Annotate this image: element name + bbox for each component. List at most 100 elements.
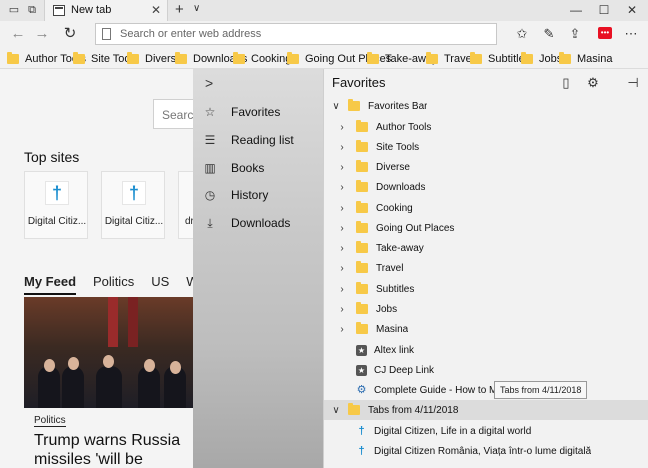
chevron-right-icon[interactable]: › (336, 162, 348, 173)
favorites-folder-row[interactable]: › Subtitles (324, 279, 648, 299)
folder-icon (356, 140, 368, 152)
favorites-folder-row[interactable]: › Author Tools (324, 117, 648, 137)
folder-icon (356, 180, 368, 192)
top-site-label: Digital Citiz... (104, 216, 164, 227)
folder-icon (127, 51, 139, 64)
hub-nav-history[interactable]: ◷ History (203, 183, 318, 207)
favorite-link-row[interactable]: ⚙ Complete Guide - How to Migrate (324, 380, 648, 400)
document-icon (102, 28, 111, 40)
chevron-right-icon[interactable]: › (336, 203, 348, 214)
more-icon[interactable]: ⋯ (622, 25, 640, 43)
feed-tab-politics[interactable]: Politics (93, 274, 134, 295)
favbar-folder[interactable]: Masina (559, 51, 612, 66)
folder-label: Site Tools (376, 141, 420, 153)
favorite-link-row[interactable]: † Digital Citizen România, Viața într-o l… (324, 441, 648, 461)
chevron-down-icon[interactable]: ∨ (330, 101, 342, 112)
tab-preview-icon[interactable]: ⧉ (24, 2, 40, 18)
favbar-label: Masina (577, 52, 613, 65)
folder-label: Diverse (376, 161, 410, 173)
folder-icon (521, 51, 533, 64)
maximize-button[interactable]: ☐ (594, 2, 614, 18)
import-favorites-icon[interactable]: ▯ (556, 73, 576, 93)
reading-list-icon: ☰ (204, 133, 216, 147)
chevron-right-icon[interactable]: › (336, 122, 348, 133)
favorite-link-row[interactable]: † Digital Citizen, Life in a digital worl… (324, 421, 648, 441)
tab-close-icon[interactable]: ✕ (151, 3, 161, 17)
gear-icon[interactable]: ⚙ (583, 73, 603, 93)
chevron-right-icon[interactable]: › (336, 182, 348, 193)
feed-tab-us[interactable]: US (151, 274, 169, 295)
folder-icon (348, 403, 360, 415)
folder-icon (356, 241, 368, 253)
pin-icon[interactable]: ⊣ (623, 73, 643, 93)
folder-icon (7, 51, 19, 64)
folder-label: Cooking (376, 202, 413, 214)
person-shape (138, 366, 160, 408)
face-shape (170, 361, 181, 374)
tabs-folder-row[interactable]: ∨ Tabs from 4/11/2018 (324, 400, 648, 420)
address-input[interactable]: Search or enter web address (95, 23, 497, 45)
favbar-folder[interactable]: Travel (426, 51, 474, 66)
favorites-bar-folder[interactable]: ∨ Favorites Bar (324, 96, 648, 116)
share-icon[interactable]: ⇪ (566, 25, 584, 43)
tooltip: Tabs from 4/11/2018 (494, 381, 588, 399)
folder-icon (356, 201, 368, 213)
favorites-folder-row[interactable]: › Downloads (324, 177, 648, 197)
pane-title: Favorites (332, 75, 386, 90)
hub-nav-favorites[interactable]: ☆ Favorites (203, 100, 318, 124)
folder-icon (356, 221, 368, 233)
hub-nav-reading-list[interactable]: ☰ Reading list (203, 128, 318, 152)
chevron-right-icon[interactable]: › (336, 263, 348, 274)
folder-label: Jobs (376, 303, 398, 315)
favorites-folder-row[interactable]: › Going Out Places (324, 218, 648, 238)
favorites-folder-row[interactable]: › Cooking (324, 198, 648, 218)
chevron-right-icon[interactable]: › (336, 304, 348, 315)
favorites-folder-row[interactable]: › Jobs (324, 299, 648, 319)
chevron-down-icon[interactable]: ∨ (193, 3, 200, 14)
news-category-link[interactable]: Politics (34, 415, 66, 427)
chevron-right-icon[interactable]: › (336, 243, 348, 254)
folder-label: Author Tools (376, 121, 432, 133)
hub-nav-downloads[interactable]: ⤓ Downloads (203, 211, 318, 235)
pen-icon[interactable]: ✎ (540, 25, 558, 43)
new-tab-button[interactable]: + (175, 1, 184, 18)
forward-button[interactable]: → (32, 25, 52, 43)
favorites-folder-row[interactable]: › Travel (324, 258, 648, 278)
tab-new-tab[interactable]: New tab ✕ (44, 0, 168, 21)
chevron-right-icon[interactable]: › (336, 324, 348, 335)
close-window-button[interactable]: ✕ (622, 2, 642, 18)
favorites-folder-row[interactable]: › Take-away (324, 238, 648, 258)
chevron-down-icon[interactable]: ∨ (330, 405, 342, 416)
chevron-right-icon[interactable]: › (336, 223, 348, 234)
top-site-tile[interactable]: † Digital Citiz... (101, 171, 165, 239)
favorites-folder-row[interactable]: › Site Tools (324, 137, 648, 157)
link-label: Altex link (374, 344, 415, 356)
favorite-link-row[interactable]: ★ CJ Deep Link (324, 360, 648, 380)
cross-icon: † (358, 424, 365, 437)
tab-actions-icon[interactable]: ▭ (6, 2, 22, 18)
favbar-folder[interactable]: Jobs (521, 51, 562, 66)
favorites-folder-row[interactable]: › Diverse (324, 157, 648, 177)
back-button[interactable]: ← (8, 25, 28, 43)
folder-icon (175, 51, 187, 64)
favorite-link-row[interactable]: ★ Altex link (324, 340, 648, 360)
folder-icon (367, 51, 379, 64)
top-site-tile[interactable]: † Digital Citiz... (24, 171, 88, 239)
refresh-button[interactable]: ↻ (60, 25, 80, 43)
favorites-folder-row[interactable]: › Masina (324, 319, 648, 339)
favorites-star-icon[interactable]: ✩ (513, 25, 531, 43)
minimize-button[interactable]: — (566, 2, 586, 18)
folder-label: Favorites Bar (368, 100, 428, 112)
chevron-right-icon[interactable]: > (205, 75, 213, 91)
favbar-folder[interactable]: Diverse (127, 51, 182, 66)
feed-tab-my-feed[interactable]: My Feed (24, 274, 77, 295)
person-shape (38, 366, 60, 408)
hub-nav-books[interactable]: ▥ Books (203, 156, 318, 180)
chevron-right-icon[interactable]: › (336, 142, 348, 153)
favbar-folder[interactable]: Cooking (233, 51, 291, 66)
news-headline[interactable]: Trump warns Russia missiles 'will be com… (34, 431, 194, 468)
folder-icon (356, 322, 368, 334)
extension-icon[interactable]: ••• (598, 27, 612, 39)
news-image[interactable] (24, 297, 194, 408)
chevron-right-icon[interactable]: › (336, 284, 348, 295)
